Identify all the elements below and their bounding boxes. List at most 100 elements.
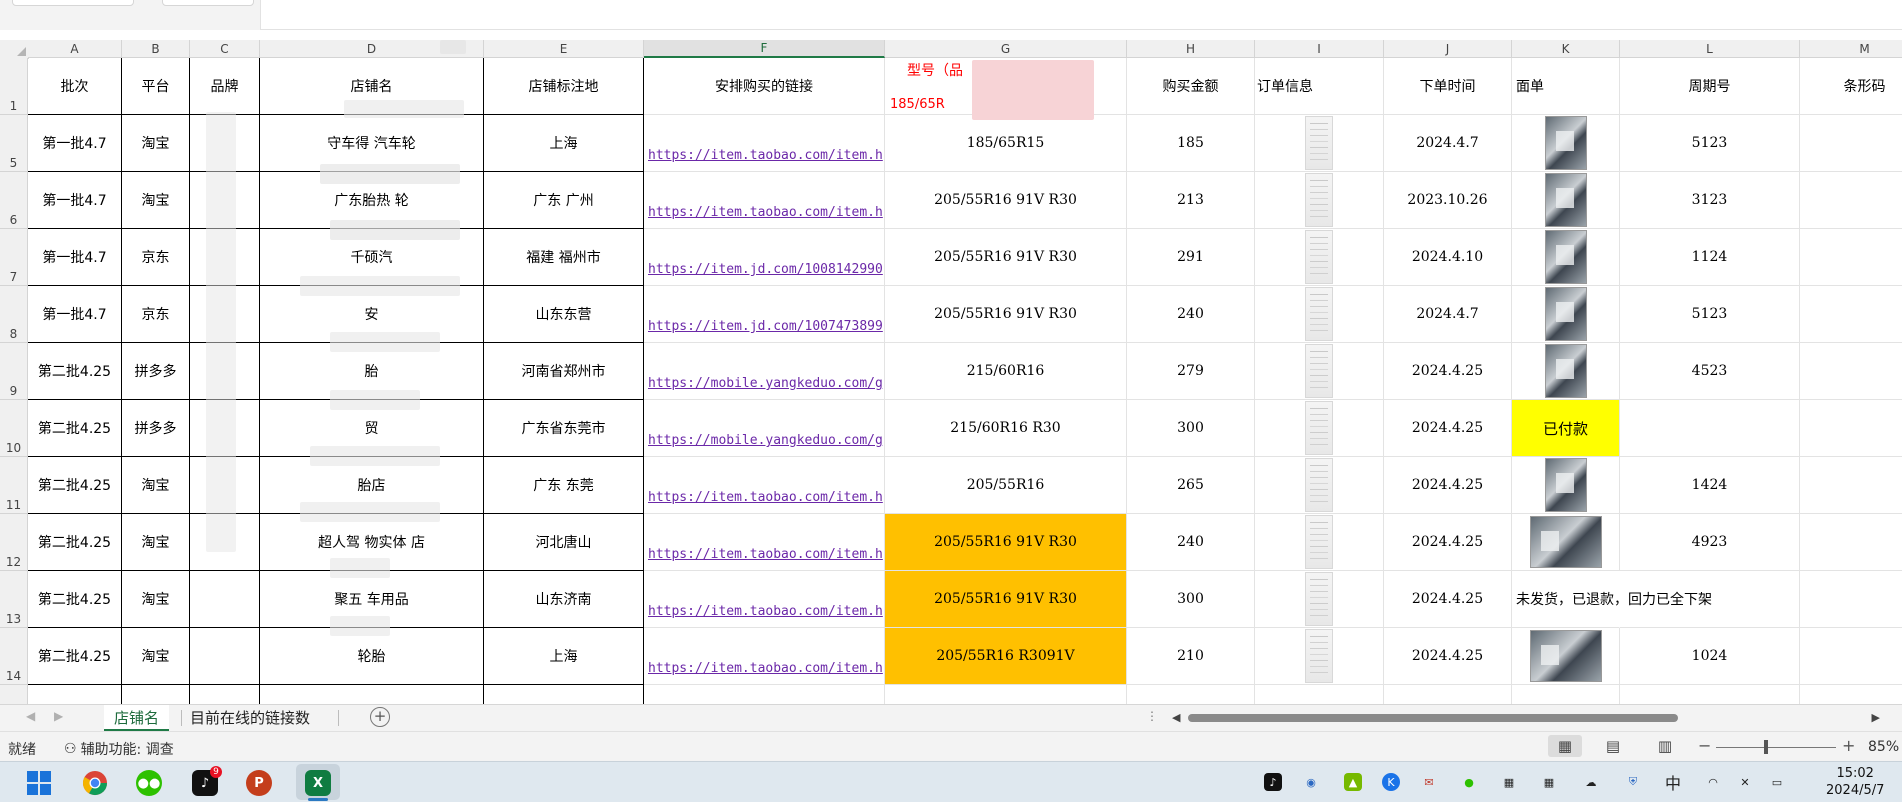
cell-e14[interactable]: 上海 bbox=[484, 628, 644, 685]
cell-k13[interactable]: 未发货，已退款，回力已全下架 bbox=[1512, 571, 1712, 628]
prev-sheet-icon[interactable]: ◀ bbox=[26, 709, 35, 723]
cell-k9[interactable] bbox=[1512, 343, 1620, 400]
cell-e15[interactable] bbox=[484, 685, 644, 704]
cell-i9[interactable] bbox=[1255, 343, 1384, 400]
cell-b6[interactable]: 淘宝 bbox=[122, 172, 190, 229]
name-box[interactable] bbox=[12, 0, 134, 6]
column-header-k[interactable]: K bbox=[1512, 40, 1620, 58]
cell-k5[interactable] bbox=[1512, 115, 1620, 172]
cell-m8[interactable]: 无 bbox=[1800, 286, 1902, 343]
cell-b14[interactable]: 淘宝 bbox=[122, 628, 190, 685]
sheet-tab-stores[interactable]: 店铺名 bbox=[104, 705, 170, 731]
spreadsheet-grid[interactable]: ABCDEFGHIJKLM 1 5 6 7 8 9 10 11 12 13 14 批次 平台 品牌 店铺名… bbox=[0, 40, 1902, 704]
cell-l9[interactable]: 4523 bbox=[1620, 343, 1800, 400]
column-header-i[interactable]: I bbox=[1255, 40, 1384, 58]
cell-a6[interactable]: 第一批4.7 bbox=[28, 172, 122, 229]
cell-f13[interactable]: https://item.taobao.com/item.h bbox=[644, 571, 885, 628]
cell-l5[interactable]: 5123 bbox=[1620, 115, 1800, 172]
row-header-6[interactable]: 6 bbox=[0, 172, 28, 229]
cell-g5[interactable]: 185/65R15 bbox=[885, 115, 1127, 172]
tray-tiktok-icon[interactable]: ♪ bbox=[1264, 773, 1282, 791]
cell-l13[interactable] bbox=[1620, 571, 1800, 628]
taskbar-clock[interactable]: 15:02 2024/5/7 bbox=[1826, 765, 1884, 799]
cell-j14[interactable]: 2024.4.25 bbox=[1384, 628, 1512, 685]
cell-m5[interactable]: 无 bbox=[1800, 115, 1902, 172]
cell-b7[interactable]: 京东 bbox=[122, 229, 190, 286]
cell-i11[interactable] bbox=[1255, 457, 1384, 514]
cell-k15[interactable] bbox=[1512, 685, 1620, 704]
cell-a14[interactable]: 第二批4.25 bbox=[28, 628, 122, 685]
column-header-j[interactable]: J bbox=[1384, 40, 1512, 58]
tray-wechat-icon[interactable]: ● bbox=[1460, 773, 1478, 791]
cell-m6[interactable]: 无 bbox=[1800, 172, 1902, 229]
cell-c13[interactable] bbox=[190, 571, 260, 628]
ime-indicator[interactable]: 中 bbox=[1664, 773, 1682, 793]
cell-g7[interactable]: 205/55R16 91V R30 bbox=[885, 229, 1127, 286]
cell-l8[interactable]: 5123 bbox=[1620, 286, 1800, 343]
header-cell-l[interactable]: 周期号 bbox=[1620, 58, 1800, 115]
column-header-f[interactable]: F bbox=[644, 40, 885, 58]
sheet-tab-online-links[interactable]: 目前在线的链接数 bbox=[180, 705, 320, 729]
cell-m14[interactable]: A240035088 bbox=[1800, 628, 1902, 685]
header-cell-k[interactable]: 面单 bbox=[1512, 58, 1620, 115]
cell-h10[interactable]: 300 bbox=[1127, 400, 1255, 457]
excel-icon[interactable]: X bbox=[305, 770, 331, 796]
wechat-icon[interactable]: ●● bbox=[136, 770, 162, 796]
cell-b8[interactable]: 京东 bbox=[122, 286, 190, 343]
shipping-label-photo[interactable] bbox=[1529, 516, 1602, 568]
zoom-level[interactable]: 85% bbox=[1868, 739, 1899, 755]
cell-j10[interactable]: 2024.4.25 bbox=[1384, 400, 1512, 457]
cell-e13[interactable]: 山东济南 bbox=[484, 571, 644, 628]
header-cell-c[interactable]: 品牌 bbox=[190, 58, 260, 115]
shipping-label-photo[interactable] bbox=[1544, 116, 1587, 170]
normal-view-icon[interactable]: ▦ bbox=[1548, 735, 1582, 757]
order-screenshot-thumbnail[interactable] bbox=[1305, 515, 1333, 569]
cell-h14[interactable]: 210 bbox=[1127, 628, 1255, 685]
cell-k14[interactable] bbox=[1512, 628, 1620, 685]
cell-d14[interactable]: 轮胎 bbox=[260, 628, 484, 685]
cell-h5[interactable]: 185 bbox=[1127, 115, 1255, 172]
zoom-slider-knob[interactable] bbox=[1764, 740, 1768, 754]
cell-e6[interactable]: 广东 广州 bbox=[484, 172, 644, 229]
cell-k11[interactable] bbox=[1512, 457, 1620, 514]
cell-m10[interactable] bbox=[1800, 400, 1902, 457]
cell-g6[interactable]: 205/55R16 91V R30 bbox=[885, 172, 1127, 229]
order-screenshot-thumbnail[interactable] bbox=[1305, 572, 1333, 626]
page-layout-icon[interactable]: ▤ bbox=[1596, 735, 1630, 757]
shipping-label-photo[interactable] bbox=[1529, 630, 1602, 682]
page-break-icon[interactable]: ▥ bbox=[1648, 735, 1682, 757]
cell-b11[interactable]: 淘宝 bbox=[122, 457, 190, 514]
cell-i10[interactable] bbox=[1255, 400, 1384, 457]
row-header-11[interactable]: 11 bbox=[0, 457, 28, 514]
cell-g11[interactable]: 205/55R16 bbox=[885, 457, 1127, 514]
cell-g13[interactable]: 205/55R16 91V R30 bbox=[885, 571, 1127, 628]
scroll-left-icon[interactable]: ◀ bbox=[1172, 711, 1180, 724]
cell-e10[interactable]: 广东省东莞市 bbox=[484, 400, 644, 457]
cell-m13[interactable] bbox=[1800, 571, 1902, 628]
shipping-label-photo[interactable] bbox=[1544, 287, 1587, 341]
cell-f10[interactable]: https://mobile.yangkeduo.com/g bbox=[644, 400, 885, 457]
cell-j6[interactable]: 2023.10.26 bbox=[1384, 172, 1512, 229]
cell-g12[interactable]: 205/55R16 91V R30 bbox=[885, 514, 1127, 571]
battery-icon[interactable]: ▭ bbox=[1768, 773, 1786, 791]
scroll-right-icon[interactable]: ▶ bbox=[1872, 711, 1880, 724]
tray-nvidia-icon[interactable]: ▲ bbox=[1344, 773, 1362, 791]
security-shield-icon[interactable]: ⛨ bbox=[1624, 773, 1642, 791]
windows-start-icon[interactable] bbox=[26, 770, 52, 796]
cell-i6[interactable] bbox=[1255, 172, 1384, 229]
tab-split-handle[interactable]: ⋮ bbox=[1146, 709, 1158, 723]
order-screenshot-thumbnail[interactable] bbox=[1305, 401, 1333, 455]
cell-a11[interactable]: 第二批4.25 bbox=[28, 457, 122, 514]
cell-e11[interactable]: 广东 东莞 bbox=[484, 457, 644, 514]
chrome-icon[interactable] bbox=[82, 770, 108, 796]
cell-k12[interactable] bbox=[1512, 514, 1620, 571]
cell-e5[interactable]: 上海 bbox=[484, 115, 644, 172]
cell-a5[interactable]: 第一批4.7 bbox=[28, 115, 122, 172]
zoom-out-icon[interactable]: − bbox=[1698, 736, 1711, 755]
cell-j15[interactable] bbox=[1384, 685, 1512, 704]
cell-h15[interactable] bbox=[1127, 685, 1255, 704]
cell-a12[interactable]: 第二批4.25 bbox=[28, 514, 122, 571]
cell-b15[interactable] bbox=[122, 685, 190, 704]
cell-f14[interactable]: https://item.taobao.com/item.h bbox=[644, 628, 885, 685]
cell-g15[interactable] bbox=[885, 685, 1127, 704]
